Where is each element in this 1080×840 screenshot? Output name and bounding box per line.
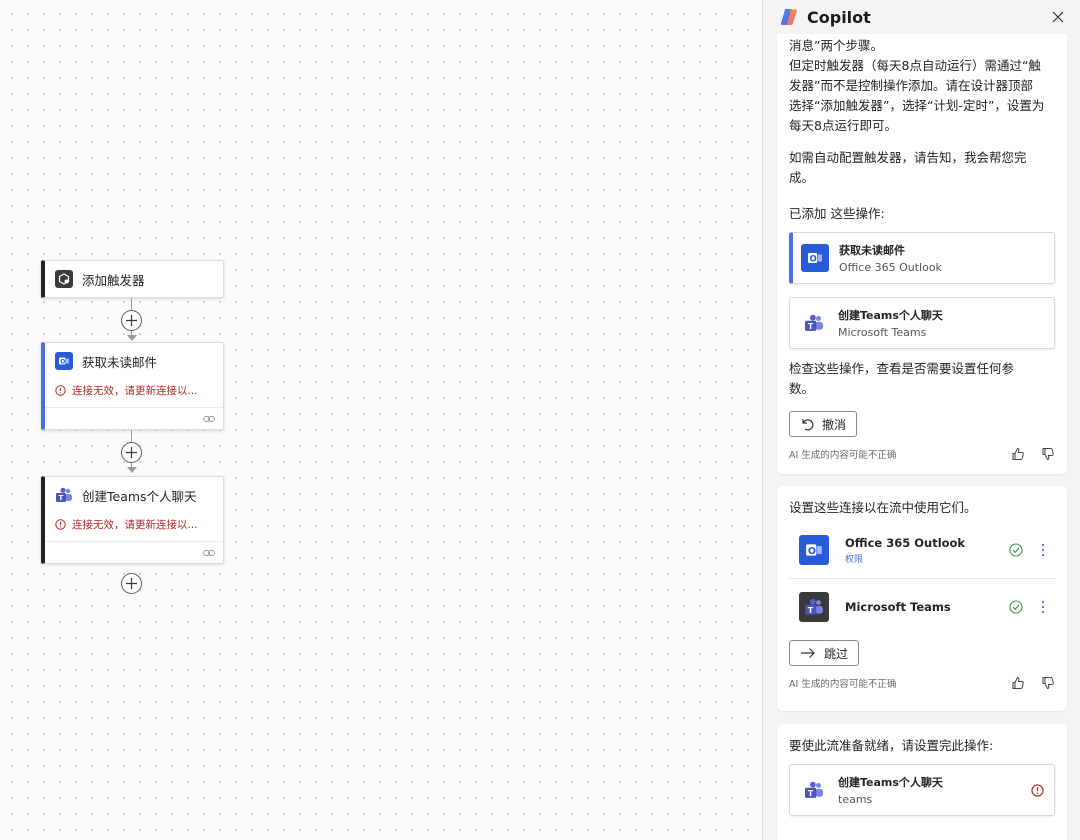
thumbs-up-icon[interactable] [1011, 676, 1025, 690]
trigger-icon [55, 270, 73, 288]
link-icon [203, 550, 215, 556]
plus-icon [126, 447, 137, 458]
skip-label: 跳过 [824, 646, 849, 661]
check-circle-icon [1009, 599, 1023, 614]
ai-disclaimer-row: AI 生成的内容可能不正确 [777, 674, 1067, 692]
step2-title: 创建Teams个人聊天 [82, 488, 197, 504]
copilot-panel: Copilot 消息”两个步骤。 但定时触发器（每天8点自动运行）需通过“触 发… [762, 0, 1080, 840]
copilot-message-card: 消息”两个步骤。 但定时触发器（每天8点自动运行）需通过“触 发器”而不是控制操… [777, 24, 1067, 474]
finish-intro: 要使此流准备就绪，请设置完此操作: [789, 738, 994, 753]
svg-text:T: T [808, 605, 814, 614]
message-line: 但定时触发器（每天8点自动运行）需通过“触 [789, 58, 1041, 73]
plus-icon [126, 578, 137, 589]
add-step-button-3[interactable] [121, 573, 142, 594]
close-icon [1052, 11, 1064, 23]
finish-op-create-teams-chat[interactable]: T 创建Teams个人聊天 teams [789, 764, 1055, 816]
op2-connector: Microsoft Teams [838, 326, 927, 339]
connection-name: Microsoft Teams [845, 599, 951, 614]
step2-error-text: 连接无效，请更新连接以... [72, 518, 198, 531]
svg-text:T: T [808, 322, 814, 331]
skip-button[interactable]: 跳过 [789, 640, 860, 666]
review-text: 检查这些操作，查看是否需要设置任何参 数。 [777, 359, 1067, 399]
thumbs-down-icon[interactable] [1041, 676, 1055, 690]
trigger-label: 添加触发器 [82, 272, 145, 288]
step1-error-text: 连接无效，请更新连接以... [72, 384, 198, 397]
svg-text:O: O [810, 254, 817, 264]
outlook-icon: O [799, 535, 829, 565]
finish-op-connector: teams [838, 793, 873, 806]
message-line: 每天8点运行即可。 [789, 118, 897, 133]
message-line: 如需自动配置触发器，请告知，我会帮您完 [789, 150, 1027, 165]
error-icon [1031, 783, 1044, 797]
message-paragraph-1: 消息”两个步骤。 但定时触发器（每天8点自动运行）需通过“触 发器”而不是控制操… [777, 36, 1067, 136]
add-step-button-2[interactable] [121, 442, 142, 463]
connection-row-outlook[interactable]: O Office 365 Outlook 权限 [789, 522, 1055, 578]
more-icon[interactable] [1041, 600, 1045, 614]
teams-icon: T [55, 486, 73, 504]
connections-intro: 设置这些连接以在流中使用它们。 [789, 500, 977, 515]
added-op-create-teams-chat[interactable]: T 创建Teams个人聊天 Microsoft Teams [789, 297, 1055, 349]
ai-disclaimer: AI 生成的内容可能不正确 [789, 679, 897, 690]
ai-disclaimer-row: AI 生成的内容可能不正确 [777, 445, 1067, 463]
svg-text:T: T [808, 789, 814, 798]
connection-permissions-link[interactable]: 权限 [845, 552, 965, 565]
finish-op-name: 创建Teams个人聊天 [838, 776, 943, 789]
thumbs-down-icon[interactable] [1041, 447, 1055, 461]
message-line: 发器”而不是控制操作添加。请在设计器顶部 [789, 78, 1033, 93]
message-line: 选择“添加触发器”，选择“计划-定时”，设置为 [789, 98, 1045, 113]
copilot-header: Copilot [763, 0, 1080, 34]
teams-icon: T [800, 776, 828, 804]
connections-card: 设置这些连接以在流中使用它们。 O Office 365 Outlook 权限 … [777, 486, 1067, 711]
step-create-teams-chat[interactable]: T 创建Teams个人聊天 连接无效，请更新连接以... [41, 476, 224, 564]
undo-button[interactable]: 撤消 [789, 411, 858, 437]
thumbs-up-icon[interactable] [1011, 447, 1025, 461]
message-line: 消息”两个步骤。 [789, 38, 883, 53]
arrow-right-icon [801, 648, 815, 658]
teams-icon: T [799, 591, 829, 622]
ai-disclaimer: AI 生成的内容可能不正确 [789, 450, 897, 461]
add-step-button-1[interactable] [121, 310, 142, 331]
message-line: 成。 [789, 170, 815, 185]
teams-icon: T [800, 309, 828, 337]
message-paragraph-2: 如需自动配置触发器，请告知，我会帮您完 成。 [777, 148, 1067, 188]
svg-text:T: T [59, 494, 64, 502]
undo-icon [802, 419, 814, 431]
step2-error[interactable]: 连接无效，请更新连接以... [45, 513, 223, 535]
error-icon [55, 384, 66, 396]
copilot-logo [780, 9, 797, 25]
step1-title: 获取未读邮件 [82, 354, 158, 370]
outlook-icon: O [55, 352, 73, 370]
undo-label: 撤消 [822, 417, 847, 432]
finish-setup-card: 要使此流准备就绪，请设置完此操作: T 创建Teams个人聊天 teams [777, 724, 1067, 840]
connection-row-teams[interactable]: T Microsoft Teams [789, 578, 1055, 634]
connection-name: Office 365 Outlook [845, 535, 966, 550]
op2-name: 创建Teams个人聊天 [838, 309, 943, 322]
review-line: 检查这些操作，查看是否需要设置任何参 [789, 361, 1015, 376]
step-get-unread-email[interactable]: O 获取未读邮件 连接无效，请更新连接以... [41, 342, 224, 430]
outlook-icon: O [801, 244, 829, 272]
svg-text:O: O [60, 358, 65, 365]
svg-text:O: O [808, 546, 816, 557]
trigger-node[interactable]: 添加触发器 [41, 260, 224, 298]
more-icon[interactable] [1041, 543, 1045, 557]
check-circle-icon [1009, 543, 1023, 557]
close-button[interactable] [1048, 7, 1068, 27]
op1-connector: Office 365 Outlook [839, 261, 942, 274]
flow-canvas[interactable]: 添加触发器 O 获取未读邮件 连接无效，请更新连接以... T 创建Teams个… [0, 0, 762, 840]
step1-error[interactable]: 连接无效，请更新连接以... [45, 379, 223, 401]
added-actions-label: 已添加 这些操作: [789, 206, 885, 221]
review-line: 数。 [789, 381, 815, 396]
added-op-get-unread-email[interactable]: O 获取未读邮件 Office 365 Outlook [789, 232, 1055, 284]
link-icon [203, 416, 215, 422]
error-icon [55, 518, 66, 530]
op1-name: 获取未读邮件 [839, 244, 905, 257]
plus-icon [126, 315, 137, 326]
panel-title: Copilot [807, 7, 871, 27]
